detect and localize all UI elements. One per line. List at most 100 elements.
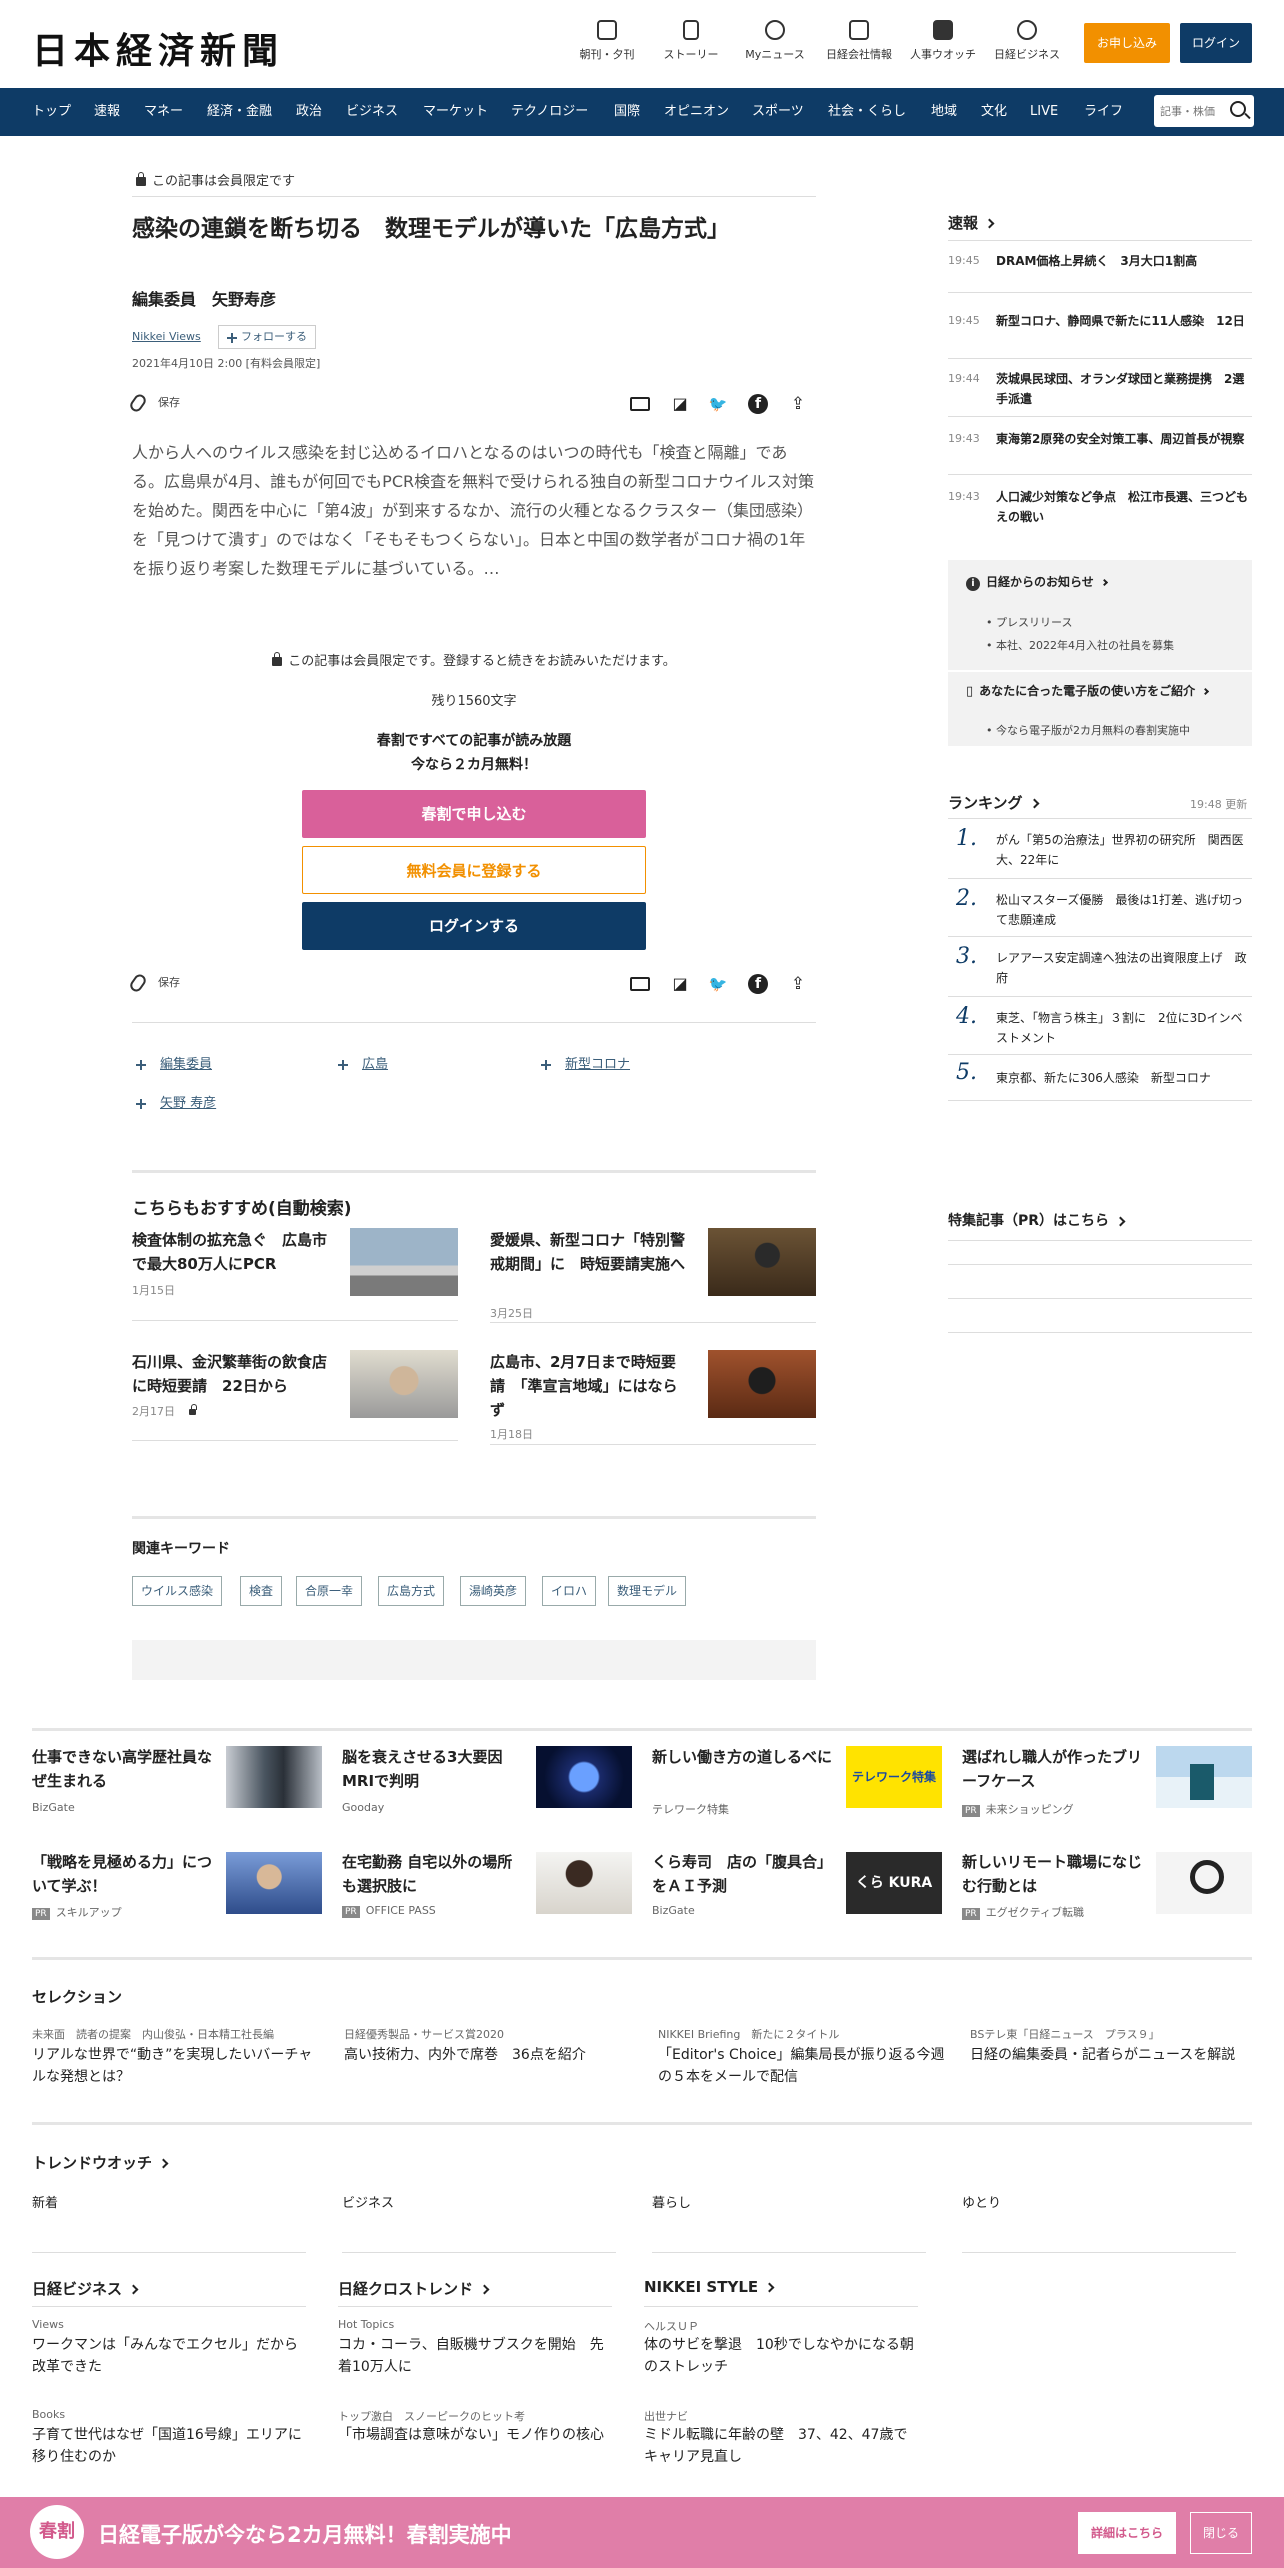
promo-thumb-businessman[interactable] — [226, 1746, 322, 1808]
nav-company-info[interactable]: 日経会社情報 — [822, 20, 896, 62]
share-icon[interactable]: ⇪ — [788, 394, 808, 414]
topic-follow-hiroshima[interactable]: 広島 — [338, 1053, 388, 1072]
mail-icon[interactable] — [630, 397, 650, 411]
notice-heading[interactable]: i 日経からのお知らせ — [966, 573, 1108, 591]
nav-my-news[interactable]: Myニュース — [738, 20, 812, 62]
breaking-title[interactable]: 新型コロナ、静岡県で新たに11人感染 12日 — [996, 311, 1252, 331]
keyword-tag[interactable]: 合原一幸 — [296, 1576, 363, 1606]
recommend-item-title[interactable]: 愛媛県、新型コロナ「特別警戒期間」に 時短要請実施へ — [490, 1228, 690, 1276]
column-heading[interactable]: NIKKEI STYLE — [644, 2278, 775, 2296]
nav-item-breaking[interactable]: 速報 — [94, 88, 120, 136]
promo-card-title[interactable]: 仕事できない高学歴社員なぜ生まれる — [32, 1745, 212, 1793]
nav-item-live[interactable]: LIVE — [1030, 88, 1058, 136]
selection-title[interactable]: リアルな世界で“動き”を実現したいバーチャルな発想とは？ — [32, 2044, 322, 2088]
mail-icon[interactable] — [630, 977, 650, 991]
column-heading[interactable]: 日経クロストレンド — [338, 2278, 490, 2299]
column-title[interactable]: 「市場調査は意味がない」モノ作りの核心 — [338, 2424, 612, 2446]
breaking-title[interactable]: 東海第2原発の安全対策工事、周辺首長が視察 — [996, 429, 1252, 449]
banner-close-button[interactable]: 閉じる — [1190, 2512, 1252, 2554]
nav-item-opinion[interactable]: オピニオン — [664, 88, 729, 136]
keyword-tag[interactable]: 数理モデル — [608, 1576, 687, 1606]
nav-item-top[interactable]: トップ — [32, 88, 71, 136]
nav-item-business[interactable]: ビジネス — [346, 88, 398, 136]
recommend-item-title[interactable]: 広島市、2月7日まで時短要請 「準宣言地域」にはならず — [490, 1350, 690, 1422]
breaking-title[interactable]: DRAM価格上昇続く 3月大口1割高 — [996, 251, 1252, 271]
promo-card-title[interactable]: くら寿司 店の「腹具合」をＡＩ予測 — [652, 1850, 832, 1898]
nav-item-region[interactable]: 地域 — [931, 88, 957, 136]
topic-follow-covid[interactable]: 新型コロナ — [541, 1053, 630, 1072]
recommend-thumb-press[interactable] — [708, 1228, 816, 1296]
search-input[interactable] — [1160, 101, 1224, 121]
nav-item-sports[interactable]: スポーツ — [752, 88, 804, 136]
save-button[interactable]: 保存 — [127, 972, 180, 994]
promo-card-title[interactable]: 脳を衰えさせる3大要因 MRIで判明 — [342, 1745, 522, 1793]
bookmark-icon[interactable]: ◪ — [670, 974, 690, 994]
apply-button[interactable]: お申し込み — [1084, 23, 1170, 63]
keyword-tag[interactable]: イロハ — [542, 1576, 597, 1606]
twitter-icon[interactable]: 🐦 — [708, 974, 728, 994]
breaking-title[interactable]: 茨城県民球団、オランダ球団と業務提携 2選手派遣 — [996, 369, 1252, 409]
guide-heading[interactable]: ▯ あなたに合った電子版の使い方をご紹介 — [966, 682, 1210, 699]
ranking-item[interactable]: 東京都、新たに306人感染 新型コロナ — [996, 1068, 1252, 1088]
recommend-thumb-mayor[interactable] — [350, 1350, 458, 1418]
share-icon[interactable]: ⇪ — [788, 974, 808, 994]
trend-tab[interactable]: 新着 — [32, 2192, 58, 2211]
ranking-item[interactable]: 東芝、「物言う株主」３割に 2位に3Dインベストメント — [996, 1008, 1252, 1048]
notice-item[interactable]: • 本社、2022年4月入社の社員を募集 — [986, 637, 1174, 653]
free-register-button[interactable]: 無料会員に登録する — [302, 846, 646, 894]
nav-jinji-watch[interactable]: 人事ウオッチ — [906, 20, 980, 62]
trend-heading[interactable]: トレンドウオッチ — [32, 2152, 169, 2173]
trend-tab[interactable]: ビジネス — [342, 2192, 394, 2211]
search-icon[interactable] — [1230, 101, 1246, 117]
promo-thumb-speaker[interactable] — [226, 1852, 322, 1914]
nav-morning-evening[interactable]: 朝刊・夕刊 — [570, 20, 644, 62]
login-button[interactable]: ログイン — [1180, 23, 1252, 63]
promo-card-title[interactable]: 選ばれし職人が作ったブリーフケース — [962, 1745, 1142, 1793]
nav-item-life[interactable]: ライフ — [1084, 88, 1123, 136]
notice-item[interactable]: • プレスリリース — [986, 614, 1072, 630]
ranking-item[interactable]: がん「第5の治療法」世界初の研究所 関西医大、22年に — [996, 830, 1252, 870]
keyword-tag[interactable]: 湯崎英彦 — [460, 1576, 527, 1606]
selection-title[interactable]: 高い技術力、内外で席巻 36点を紹介 — [344, 2044, 634, 2066]
nav-item-economy[interactable]: 経済・金融 — [207, 88, 272, 136]
promo-thumb-office[interactable] — [536, 1852, 632, 1914]
spring-subscribe-button[interactable]: 春割で申し込む — [302, 790, 646, 838]
nav-item-money[interactable]: マネー — [144, 88, 183, 136]
nav-item-politics[interactable]: 政治 — [296, 88, 322, 136]
ranking-heading[interactable]: ランキング — [948, 792, 1040, 813]
series-link[interactable]: Nikkei Views — [132, 330, 201, 343]
ranking-item[interactable]: レアアース安定調達へ独法の出資限度上げ 政府 — [996, 948, 1252, 988]
promo-card-title[interactable]: 新しいリモート職場になじむ行動とは — [962, 1850, 1142, 1898]
column-heading[interactable]: 日経ビジネス — [32, 2278, 139, 2299]
nav-item-society[interactable]: 社会・くらし — [828, 88, 906, 136]
selection-title[interactable]: 日経の編集委員・記者らがニュースを解説 — [970, 2044, 1250, 2066]
follow-button[interactable]: フォローする — [218, 325, 316, 349]
promo-thumb-telework[interactable]: テレワーク特集 — [846, 1746, 942, 1808]
save-button[interactable]: 保存 — [127, 392, 180, 414]
column-title[interactable]: 体のサビを撃退 10秒でしなやかになる朝のストレッチ — [644, 2334, 918, 2378]
promo-thumb-brain[interactable] — [536, 1746, 632, 1808]
promo-card-title[interactable]: 新しい働き方の道しるべに — [652, 1745, 832, 1769]
nav-item-international[interactable]: 国際 — [614, 88, 640, 136]
guide-item[interactable]: • 今なら電子版が2カ月無料の春割実施中 — [986, 722, 1190, 738]
column-title[interactable]: コカ・コーラ、自販機サブスクを開始 先着10万人に — [338, 2334, 612, 2378]
promo-card-title[interactable]: 在宅勤務 自宅以外の場所も選択肢に — [342, 1850, 522, 1898]
article-author[interactable]: 編集委員 矢野寿彦 — [132, 286, 276, 310]
facebook-icon[interactable]: f — [748, 974, 768, 994]
banner-detail-button[interactable]: 詳細はこちら — [1078, 2512, 1176, 2554]
nav-item-culture[interactable]: 文化 — [981, 88, 1007, 136]
pr-heading[interactable]: 特集記事（PR）はこちら — [948, 1210, 1126, 1230]
breaking-title[interactable]: 人口減少対策など争点 松江市長選、三つどもえの戦い — [996, 487, 1252, 527]
trend-tab[interactable]: ゆとり — [962, 2192, 1001, 2211]
column-title[interactable]: ワークマンは「みんなでエクセル」だから改革できた — [32, 2334, 306, 2378]
nav-nikkei-business[interactable]: 日経ビジネス — [990, 20, 1064, 62]
selection-title[interactable]: 「Editor's Choice」編集局長が振り返る今週の５本をメールで配信 — [658, 2044, 948, 2088]
promo-thumb-briefcase[interactable] — [1156, 1746, 1252, 1808]
promo-card-title[interactable]: 「戦略を見極める力」について学ぶ！ — [32, 1850, 212, 1898]
article-login-button[interactable]: ログインする — [302, 902, 646, 950]
keyword-tag[interactable]: 検査 — [240, 1576, 283, 1606]
search-box[interactable] — [1154, 95, 1254, 127]
keyword-tag[interactable]: ウイルス感染 — [132, 1576, 223, 1606]
column-title[interactable]: 子育て世代はなぜ「国道16号線」エリアに移り住むのか — [32, 2424, 306, 2468]
recommend-item-title[interactable]: 石川県、金沢繁華街の飲食店に時短要請 22日から — [132, 1350, 332, 1398]
